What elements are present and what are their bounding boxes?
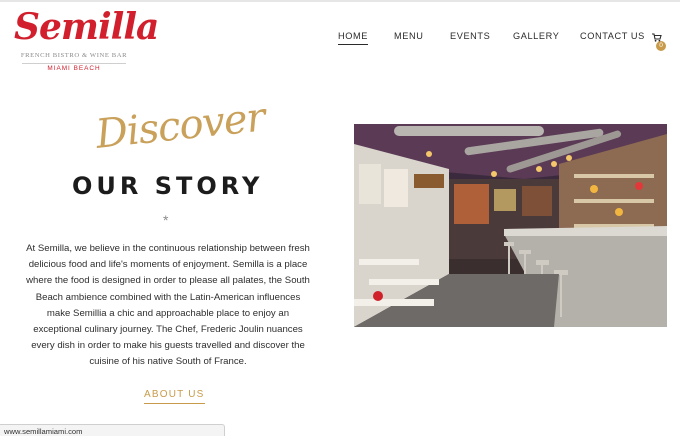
paragraph-line: Beach ambience combined with the Latin-A… bbox=[35, 291, 301, 303]
cart-count-badge: 0 bbox=[656, 41, 666, 51]
paragraph-line: delicious food and life's moments of enj… bbox=[28, 259, 308, 271]
paragraph-line: exceptional culinary journey. The Chef, … bbox=[33, 324, 303, 336]
logo[interactable]: Semilla FRENCH BISTRO & WINE BAR MIAMI B… bbox=[12, 5, 159, 73]
nav-events[interactable]: EVENTS bbox=[450, 31, 490, 41]
status-bar-url: www.semillamiami.com bbox=[0, 424, 225, 436]
nav-menu[interactable]: MENU bbox=[394, 31, 423, 41]
logo-wordmark: Semilla bbox=[14, 6, 159, 48]
nav-home[interactable]: HOME bbox=[338, 31, 368, 45]
paragraph-line: every dish in order to make his guests t… bbox=[31, 340, 305, 352]
paragraph-line: cuisine of his native South of France. bbox=[89, 356, 247, 368]
cart-button[interactable]: 0 bbox=[652, 33, 668, 51]
logo-city: MIAMI BEACH bbox=[47, 65, 101, 72]
about-us-link[interactable]: ABOUT US bbox=[144, 389, 205, 404]
story-paragraph: At Semilla, we believe in the continuous… bbox=[26, 241, 310, 371]
paragraph-line: At Semilla, we believe in the continuous… bbox=[26, 243, 310, 254]
nav-gallery[interactable]: GALLERY bbox=[513, 31, 559, 41]
discover-script-heading: Discover bbox=[93, 94, 267, 158]
divider-asterisk: * bbox=[163, 212, 169, 228]
paragraph-line: where the food is designed in order to p… bbox=[26, 275, 310, 287]
page-title: OUR STORY bbox=[72, 172, 264, 200]
nav-contact-us[interactable]: CONTACT US bbox=[580, 31, 645, 41]
top-border bbox=[0, 0, 680, 2]
logo-divider bbox=[22, 63, 126, 64]
logo-subtitle: FRENCH BISTRO & WINE BAR bbox=[20, 52, 128, 59]
restaurant-photo bbox=[354, 124, 667, 327]
paragraph-line: make Semillia a chic and approachable pl… bbox=[46, 307, 290, 319]
